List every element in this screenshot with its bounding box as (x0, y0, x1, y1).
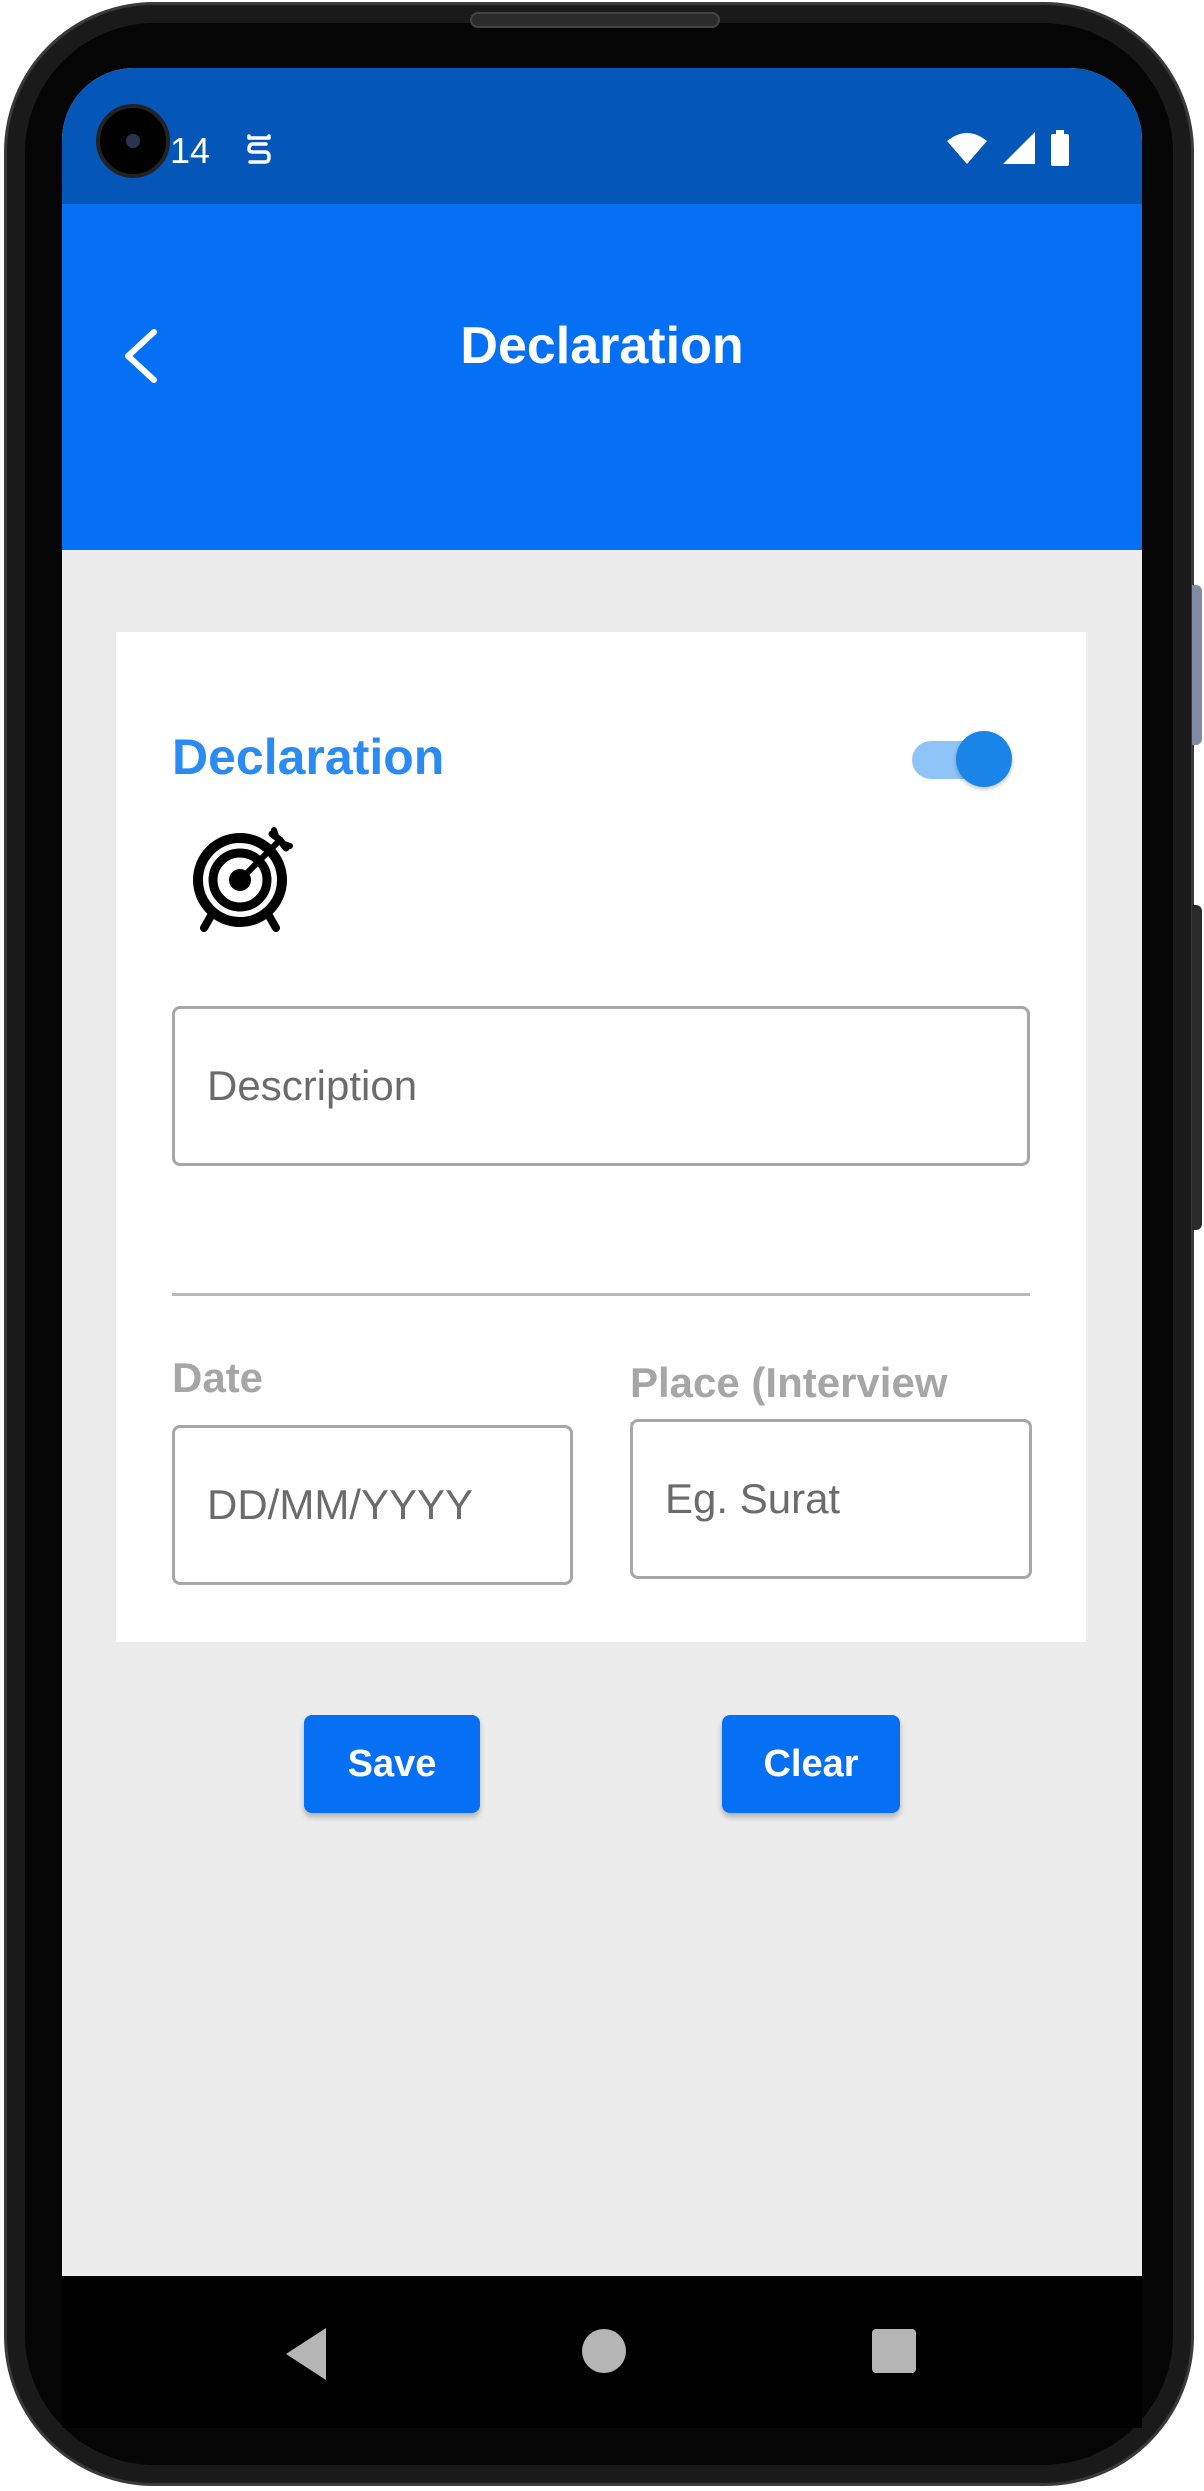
page-title: Declaration (460, 317, 744, 375)
date-label: Date (172, 1354, 264, 1401)
declaration-card: Declaration Date Place (Interview Venue/… (116, 632, 1086, 1642)
status-icons (946, 130, 1070, 166)
battery-icon (1051, 130, 1069, 166)
place-input[interactable] (630, 1419, 1032, 1579)
volume-button (1192, 585, 1202, 745)
status-time: 14 (170, 130, 211, 171)
camera-icon (96, 104, 170, 178)
save-button[interactable]: Save (304, 1715, 480, 1813)
system-nav-bar (62, 2276, 1142, 2428)
description-input[interactable] (172, 1006, 1030, 1166)
earpiece-speaker (470, 12, 720, 28)
target-icon (193, 827, 293, 932)
toggle-thumb (956, 731, 1012, 787)
nav-home-icon[interactable] (582, 2329, 626, 2373)
clear-button[interactable]: Clear (722, 1715, 900, 1813)
screen: 14 Declaration Declaration Description D… (62, 68, 1142, 2428)
status-bar: 14 (62, 68, 1142, 204)
divider (172, 1293, 1030, 1296)
date-input[interactable] (172, 1425, 573, 1585)
phone-device: 14 Declaration Declaration Description D… (0, 0, 1204, 2491)
declaration-toggle[interactable] (906, 727, 1016, 787)
card-title: Declaration (172, 729, 445, 785)
power-button (1192, 905, 1202, 1230)
nav-recents-icon[interactable] (872, 2329, 916, 2373)
app-bar: Declaration (62, 204, 1142, 550)
s-notification-icon (247, 134, 271, 164)
nav-back-icon[interactable] (282, 2326, 332, 2382)
signal-icon (1003, 132, 1035, 164)
wifi-icon (947, 133, 987, 164)
